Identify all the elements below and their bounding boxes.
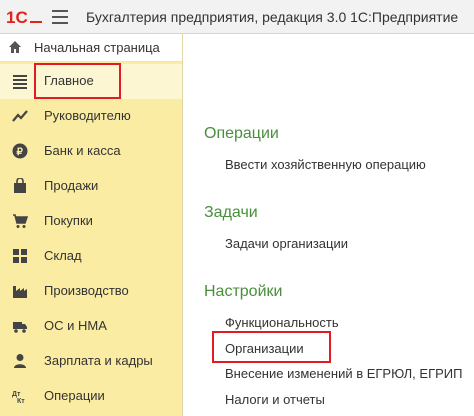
sidebar-item-warehouse[interactable]: Склад (0, 239, 182, 274)
sidebar-item-operations[interactable]: Дт Кт Операции (0, 379, 182, 414)
truck-icon (13, 322, 27, 333)
svg-text:Дт: Дт (12, 391, 21, 398)
home-page-button[interactable]: Начальная страница (0, 34, 182, 62)
link-enter-operation[interactable]: Ввести хозяйственную операцию (225, 157, 426, 172)
link-functionality[interactable]: Функциональность (225, 315, 339, 330)
section-title-settings: Настройки (204, 283, 283, 300)
sidebar-item-sales[interactable]: Продажи (0, 169, 182, 204)
highlight-organizations (212, 331, 331, 363)
sidebar-item-salary[interactable]: Зарплата и кадры (0, 344, 182, 379)
person-icon (14, 354, 26, 368)
factory-icon (13, 286, 27, 298)
section-title-operations: Операции (204, 125, 279, 142)
sidebar-item-fixed-assets[interactable]: ОС и НМА (0, 309, 182, 344)
menu-icon[interactable] (52, 10, 68, 24)
sidebar-item-label: Склад (44, 248, 82, 263)
highlight-main (34, 63, 121, 99)
sidebar-item-label: Продажи (44, 178, 99, 193)
sidebar-item-bank[interactable]: ₽ Банк и касса (0, 134, 182, 169)
sidebar-divider (182, 34, 183, 416)
sidebar-item-label: Покупки (44, 213, 93, 228)
sidebar-item-label: ОС и НМА (44, 318, 107, 333)
bag-icon (14, 178, 26, 193)
link-taxes-reports[interactable]: Налоги и отчеты (225, 392, 325, 407)
svg-text:₽: ₽ (17, 147, 24, 158)
sidebar-item-production[interactable]: Производство (0, 274, 182, 309)
cart-icon (13, 214, 28, 228)
svg-text:Кт: Кт (17, 398, 25, 404)
sidebar: Главное Руководителю ₽ Банк и касса Прод… (0, 62, 182, 416)
sidebar-item-label: Зарплата и кадры (44, 353, 153, 368)
link-egrul-changes[interactable]: Внесение изменений в ЕГРЮЛ, ЕГРИП (225, 366, 462, 381)
link-organization-tasks[interactable]: Задачи организации (225, 236, 348, 251)
sidebar-item-label: Руководителю (44, 108, 131, 123)
sidebar-item-label: Банк и касса (44, 143, 121, 158)
svg-text:1С: 1С (6, 8, 28, 27)
list-icon (13, 75, 27, 89)
sidebar-item-label: Операции (44, 388, 105, 403)
sidebar-item-label: Производство (44, 283, 129, 298)
section-title-tasks: Задачи (204, 204, 258, 221)
ruble-icon: ₽ (12, 143, 28, 159)
dtkt-icon: Дт Кт (12, 391, 25, 404)
trend-icon (12, 110, 28, 122)
home-icon (9, 41, 21, 53)
grid-icon (13, 249, 27, 263)
1c-logo-icon[interactable]: 1С (6, 7, 44, 27)
sidebar-item-purchases[interactable]: Покупки (0, 204, 182, 239)
home-label: Начальная страница (34, 40, 160, 55)
sidebar-item-manager[interactable]: Руководителю (0, 99, 182, 134)
title-bar: 1С Бухгалтерия предприятия, редакция 3.0… (0, 0, 474, 34)
app-title: Бухгалтерия предприятия, редакция 3.0 1С… (86, 9, 459, 25)
